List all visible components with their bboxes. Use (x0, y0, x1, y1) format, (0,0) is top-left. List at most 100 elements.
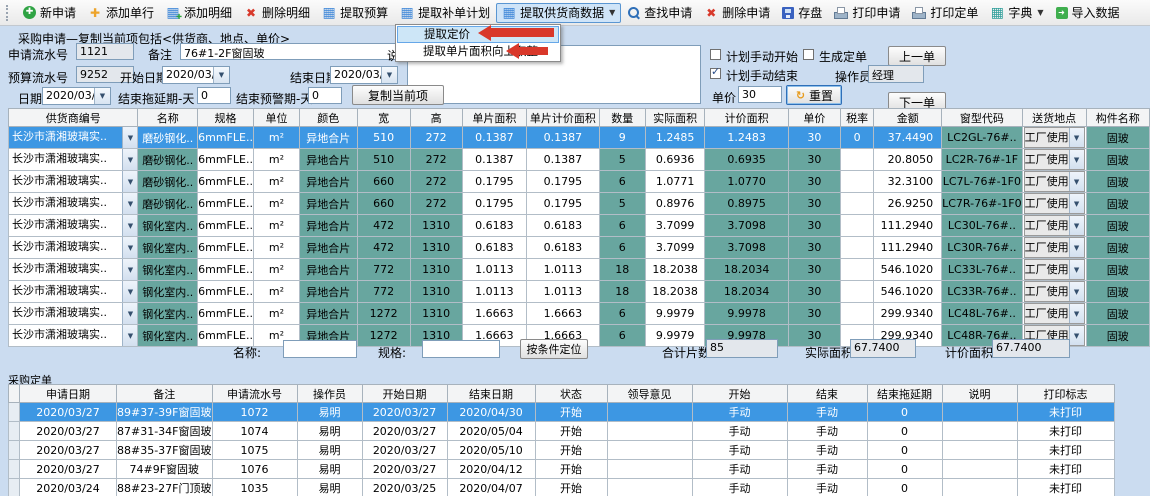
combo-arrow-icon[interactable]: ▼ (1069, 260, 1084, 279)
locate-by-condition-button[interactable]: 按条件定位 (520, 339, 588, 359)
supplier-cell[interactable]: 长沙市潇湘玻璃实..▼ (9, 303, 138, 325)
remark-field[interactable]: 76#1-2F窗固玻 (180, 43, 396, 60)
column-header[interactable]: 打印标志 (1017, 385, 1114, 403)
delivery-location-cell[interactable]: 工厂使用▼ (1022, 171, 1086, 193)
delivery-location-cell[interactable]: 工厂使用▼ (1022, 149, 1086, 171)
combo-arrow-icon[interactable]: ▼ (122, 303, 137, 324)
operator-field[interactable]: 经理 (868, 65, 924, 83)
start-date-combo[interactable]: 2020/03/21 ▼ (162, 66, 230, 84)
column-header[interactable]: 名称 (138, 109, 198, 127)
combo-arrow-icon[interactable]: ▼ (122, 193, 137, 214)
column-header[interactable]: 金额 (874, 109, 942, 127)
delivery-location-cell[interactable]: 工厂使用▼ (1022, 303, 1086, 325)
table-row[interactable]: 2020/03/2774#9F窗固玻1076易明2020/03/272020/0… (9, 460, 1115, 479)
combo-arrow-icon[interactable]: ▼ (1069, 194, 1084, 213)
combo-arrow-icon[interactable]: ▼ (1069, 172, 1084, 191)
column-header[interactable]: 操作员 (297, 385, 362, 403)
supplier-cell[interactable]: 长沙市潇湘玻璃实..▼ (9, 259, 138, 281)
column-header[interactable]: 单片面积 (462, 109, 526, 127)
combo-arrow-icon[interactable]: ▼ (1069, 282, 1084, 301)
chevron-down-icon[interactable]: ▼ (213, 67, 229, 83)
reset-button[interactable]: ↻ 重置 (786, 85, 842, 105)
unit-price-field[interactable]: 30 (738, 86, 782, 103)
table-row[interactable]: 长沙市潇湘玻璃实..▼钢化室内..6mmFLE..m²异地合片47213100.… (9, 237, 1150, 259)
manual-end-checkbox[interactable] (710, 68, 721, 79)
chevron-down-icon[interactable]: ▼ (381, 67, 397, 83)
table-row[interactable]: 2020/03/2488#23-27F门顶玻1035易明2020/03/2520… (9, 479, 1115, 496)
delivery-location-cell[interactable]: 工厂使用▼ (1022, 127, 1086, 149)
column-header[interactable]: 单位 (253, 109, 299, 127)
column-header[interactable]: 说明 (942, 385, 1017, 403)
manual-start-checkbox[interactable] (710, 49, 721, 60)
column-header[interactable]: 结束日期 (447, 385, 535, 403)
extract-supplier-data-button[interactable]: 提取供货商数据▼ (496, 3, 621, 23)
column-header[interactable]: 高 (410, 109, 462, 127)
column-header[interactable] (9, 385, 20, 403)
combo-arrow-icon[interactable]: ▼ (1069, 326, 1084, 345)
filter-name-input[interactable] (283, 340, 357, 358)
combo-arrow-icon[interactable]: ▼ (122, 237, 137, 258)
table-row[interactable]: 长沙市潇湘玻璃实..▼钢化室内..6mmFLE..m²异地合片77213101.… (9, 281, 1150, 303)
combo-arrow-icon[interactable]: ▼ (122, 215, 137, 236)
delivery-location-cell[interactable]: 工厂使用▼ (1022, 281, 1086, 303)
delay-field[interactable]: 0 (197, 87, 231, 104)
table-row[interactable]: 2020/03/2787#31-34F窗固玻1074易明2020/03/2720… (9, 422, 1115, 441)
column-header[interactable]: 申请流水号 (212, 385, 297, 403)
table-row[interactable]: 长沙市潇湘玻璃实..▼磨砂钢化..6mmFLE..m²异地合片5102720.1… (9, 127, 1150, 149)
combo-arrow-icon[interactable]: ▼ (122, 171, 137, 192)
combo-arrow-icon[interactable]: ▼ (1069, 304, 1084, 323)
menu-item-round-up-area[interactable]: 提取单片面积向上取整 (397, 43, 559, 60)
column-header[interactable]: 宽 (357, 109, 410, 127)
delivery-location-cell[interactable]: 工厂使用▼ (1022, 193, 1086, 215)
column-header[interactable]: 单价 (788, 109, 840, 127)
toolbar-grip[interactable] (6, 5, 12, 21)
copy-current-button[interactable]: 复制当前项 (352, 85, 444, 105)
dictionary-button[interactable]: 字典▼ (984, 3, 1049, 23)
new-request-button[interactable]: 新申请 (17, 3, 82, 23)
save-button[interactable]: 存盘 (776, 3, 828, 23)
table-row[interactable]: 长沙市潇湘玻璃实..▼磨砂钢化..6mmFLE..m²异地合片5102720.1… (9, 149, 1150, 171)
previous-order-button[interactable]: 上一单 (888, 46, 946, 66)
combo-arrow-icon[interactable]: ▼ (1069, 150, 1084, 169)
combo-arrow-icon[interactable]: ▼ (122, 149, 137, 170)
date-combo[interactable]: 2020/03/31 ▼ (42, 87, 111, 105)
column-header[interactable]: 窗型代码 (942, 109, 1022, 127)
column-header[interactable]: 领导意见 (607, 385, 692, 403)
extract-budget-button[interactable]: 提取预算 (316, 3, 394, 23)
table-row[interactable]: 长沙市潇湘玻璃实..▼钢化室内..6mmFLE..m²异地合片77213101.… (9, 259, 1150, 281)
delivery-location-cell[interactable]: 工厂使用▼ (1022, 259, 1086, 281)
print-request-button[interactable]: 打印申请 (828, 3, 906, 23)
print-order-button[interactable]: 打印定单 (906, 3, 984, 23)
table-row[interactable]: 长沙市潇湘玻璃实..▼磨砂钢化..6mmFLE..m²异地合片6602720.1… (9, 193, 1150, 215)
supplier-cell[interactable]: 长沙市潇湘玻璃实..▼ (9, 215, 138, 237)
find-request-button[interactable]: 查找申请 (621, 3, 698, 23)
chevron-down-icon[interactable]: ▼ (94, 88, 110, 104)
column-header[interactable]: 单片计价面积 (526, 109, 599, 127)
supplier-cell[interactable]: 长沙市潇湘玻璃实..▼ (9, 193, 138, 215)
column-header[interactable]: 开始日期 (362, 385, 447, 403)
column-header[interactable]: 实际面积 (645, 109, 705, 127)
column-header[interactable]: 送货地点 (1022, 109, 1086, 127)
combo-arrow-icon[interactable]: ▼ (122, 259, 137, 280)
warn-field[interactable]: 0 (308, 87, 342, 104)
supplier-cell[interactable]: 长沙市潇湘玻璃实..▼ (9, 281, 138, 303)
column-header[interactable]: 颜色 (300, 109, 358, 127)
column-header[interactable]: 规格 (198, 109, 254, 127)
combo-arrow-icon[interactable]: ▼ (1069, 128, 1084, 147)
add-detail-button[interactable]: 添加明细 (160, 3, 238, 23)
column-header[interactable]: 结束 (787, 385, 867, 403)
supplier-cell[interactable]: 长沙市潇湘玻璃实..▼ (9, 171, 138, 193)
apply-no-field[interactable]: 1121 (76, 43, 134, 60)
supplier-cell[interactable]: 长沙市潇湘玻璃实..▼ (9, 237, 138, 259)
column-header[interactable]: 申请日期 (20, 385, 117, 403)
combo-arrow-icon[interactable]: ▼ (1069, 216, 1084, 235)
table-row[interactable]: 长沙市潇湘玻璃实..▼钢化室内..6mmFLE..m²异地合片47213100.… (9, 215, 1150, 237)
supplier-cell[interactable]: 长沙市潇湘玻璃实..▼ (9, 325, 138, 347)
column-header[interactable]: 构件名称 (1086, 109, 1149, 127)
column-header[interactable]: 状态 (535, 385, 607, 403)
column-header[interactable]: 数量 (599, 109, 645, 127)
table-row[interactable]: 2020/03/2788#35-37F窗固玻1075易明2020/03/2720… (9, 441, 1115, 460)
table-row[interactable]: 长沙市潇湘玻璃实..▼钢化室内..6mmFLE..m²异地合片127213101… (9, 303, 1150, 325)
generate-order-checkbox[interactable] (803, 49, 814, 60)
combo-arrow-icon[interactable]: ▼ (122, 127, 137, 148)
